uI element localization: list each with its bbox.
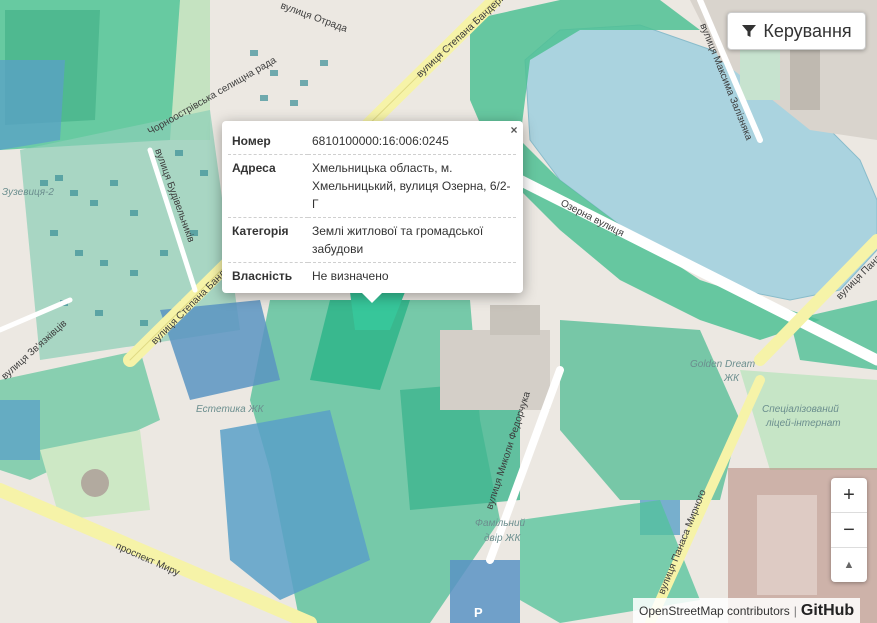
osm-attribution-link[interactable]: OpenStreetMap contributors (639, 604, 790, 618)
parcel-info-popup: Номер 6810100000:16:006:0245 Адреса Хмел… (222, 121, 523, 293)
info-value: Землі житлової та громадської забудови (312, 224, 484, 256)
info-value: Не визначено (312, 269, 389, 283)
poi-label: ЖК (723, 373, 740, 384)
controls-button-label: Керування (763, 20, 852, 41)
info-row-category: Категорія Землі житлової та громадської … (228, 218, 516, 263)
zoom-control: + − ▲ (831, 478, 867, 582)
info-key: Номер (232, 134, 271, 148)
info-key: Власність (232, 269, 293, 283)
info-value: Хмельницька область, м. Хмельницький, ву… (312, 161, 511, 211)
poi-label: Естетика ЖК (196, 404, 265, 415)
poi-label: двір ЖК (484, 533, 521, 544)
parcel[interactable] (0, 60, 65, 150)
building (790, 50, 820, 110)
poi-label: Зузевиця-2 (2, 187, 54, 198)
attribution-separator: | (793, 603, 797, 618)
poi-label: ліцей-інтернат (765, 418, 841, 429)
building (440, 330, 550, 410)
info-row-ownership: Власність Не визначено (228, 263, 516, 290)
map-canvas[interactable]: вулиця Степана Бандери вулиця Степана Ба… (0, 0, 877, 623)
church (81, 469, 109, 497)
controls-button[interactable]: Керування (727, 12, 866, 50)
poi-label: Спеціалізований (762, 404, 839, 415)
reset-bearing-button[interactable]: ▲ (831, 548, 867, 582)
parcel[interactable] (450, 560, 520, 623)
zoom-out-button[interactable]: − (831, 513, 867, 548)
building (490, 305, 540, 335)
info-key: Адреса (232, 161, 276, 175)
poi-label: Golden Dream (690, 359, 755, 370)
info-key: Категорія (232, 224, 289, 238)
compass-icon: ▲ (843, 559, 855, 571)
filter-icon (742, 25, 757, 37)
poi-label: Фамільний (475, 518, 526, 529)
info-row-number: Номер 6810100000:16:006:0245 (228, 128, 516, 155)
parcel[interactable] (0, 400, 40, 460)
parcel-info-table: Номер 6810100000:16:006:0245 Адреса Хмел… (228, 128, 516, 289)
zoom-in-button[interactable]: + (831, 478, 867, 513)
map-attribution: OpenStreetMap contributors | GitHub (633, 598, 861, 623)
info-value: 6810100000:16:006:0245 (312, 134, 449, 148)
popup-close-button[interactable]: × (508, 124, 520, 136)
parcel (757, 495, 817, 595)
info-row-address: Адреса Хмельницька область, м. Хмельниць… (228, 155, 516, 218)
github-link[interactable]: GitHub (801, 602, 854, 620)
popup-tip (361, 292, 383, 303)
parking-label: P (474, 605, 483, 620)
